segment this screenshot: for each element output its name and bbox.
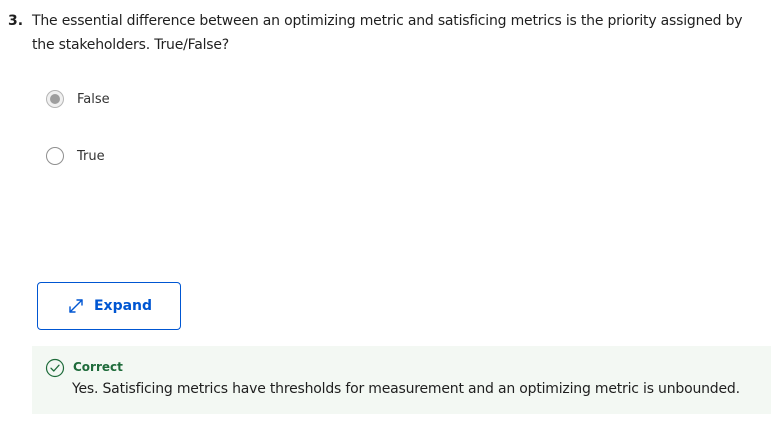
feedback-message: Yes. Satisficing metrics have thresholds… <box>72 381 740 397</box>
feedback-panel: Correct Yes. Satisficing metrics have th… <box>32 346 771 414</box>
expand-arrows-icon <box>69 299 83 313</box>
feedback-status: Correct <box>73 360 123 374</box>
option-false-label: False <box>77 91 110 107</box>
option-false[interactable]: False <box>46 88 110 110</box>
radio-false-selected[interactable] <box>46 90 64 108</box>
option-true[interactable]: True <box>46 145 105 167</box>
option-true-label: True <box>77 148 105 164</box>
check-circle-icon <box>45 358 65 378</box>
expand-button[interactable]: Expand <box>37 282 181 330</box>
question-number: 3. <box>8 13 24 29</box>
radio-true[interactable] <box>46 147 64 165</box>
expand-button-label: Expand <box>93 298 153 314</box>
question: 3. The essential difference between an o… <box>8 9 756 57</box>
question-text: The essential difference between an opti… <box>32 13 743 53</box>
